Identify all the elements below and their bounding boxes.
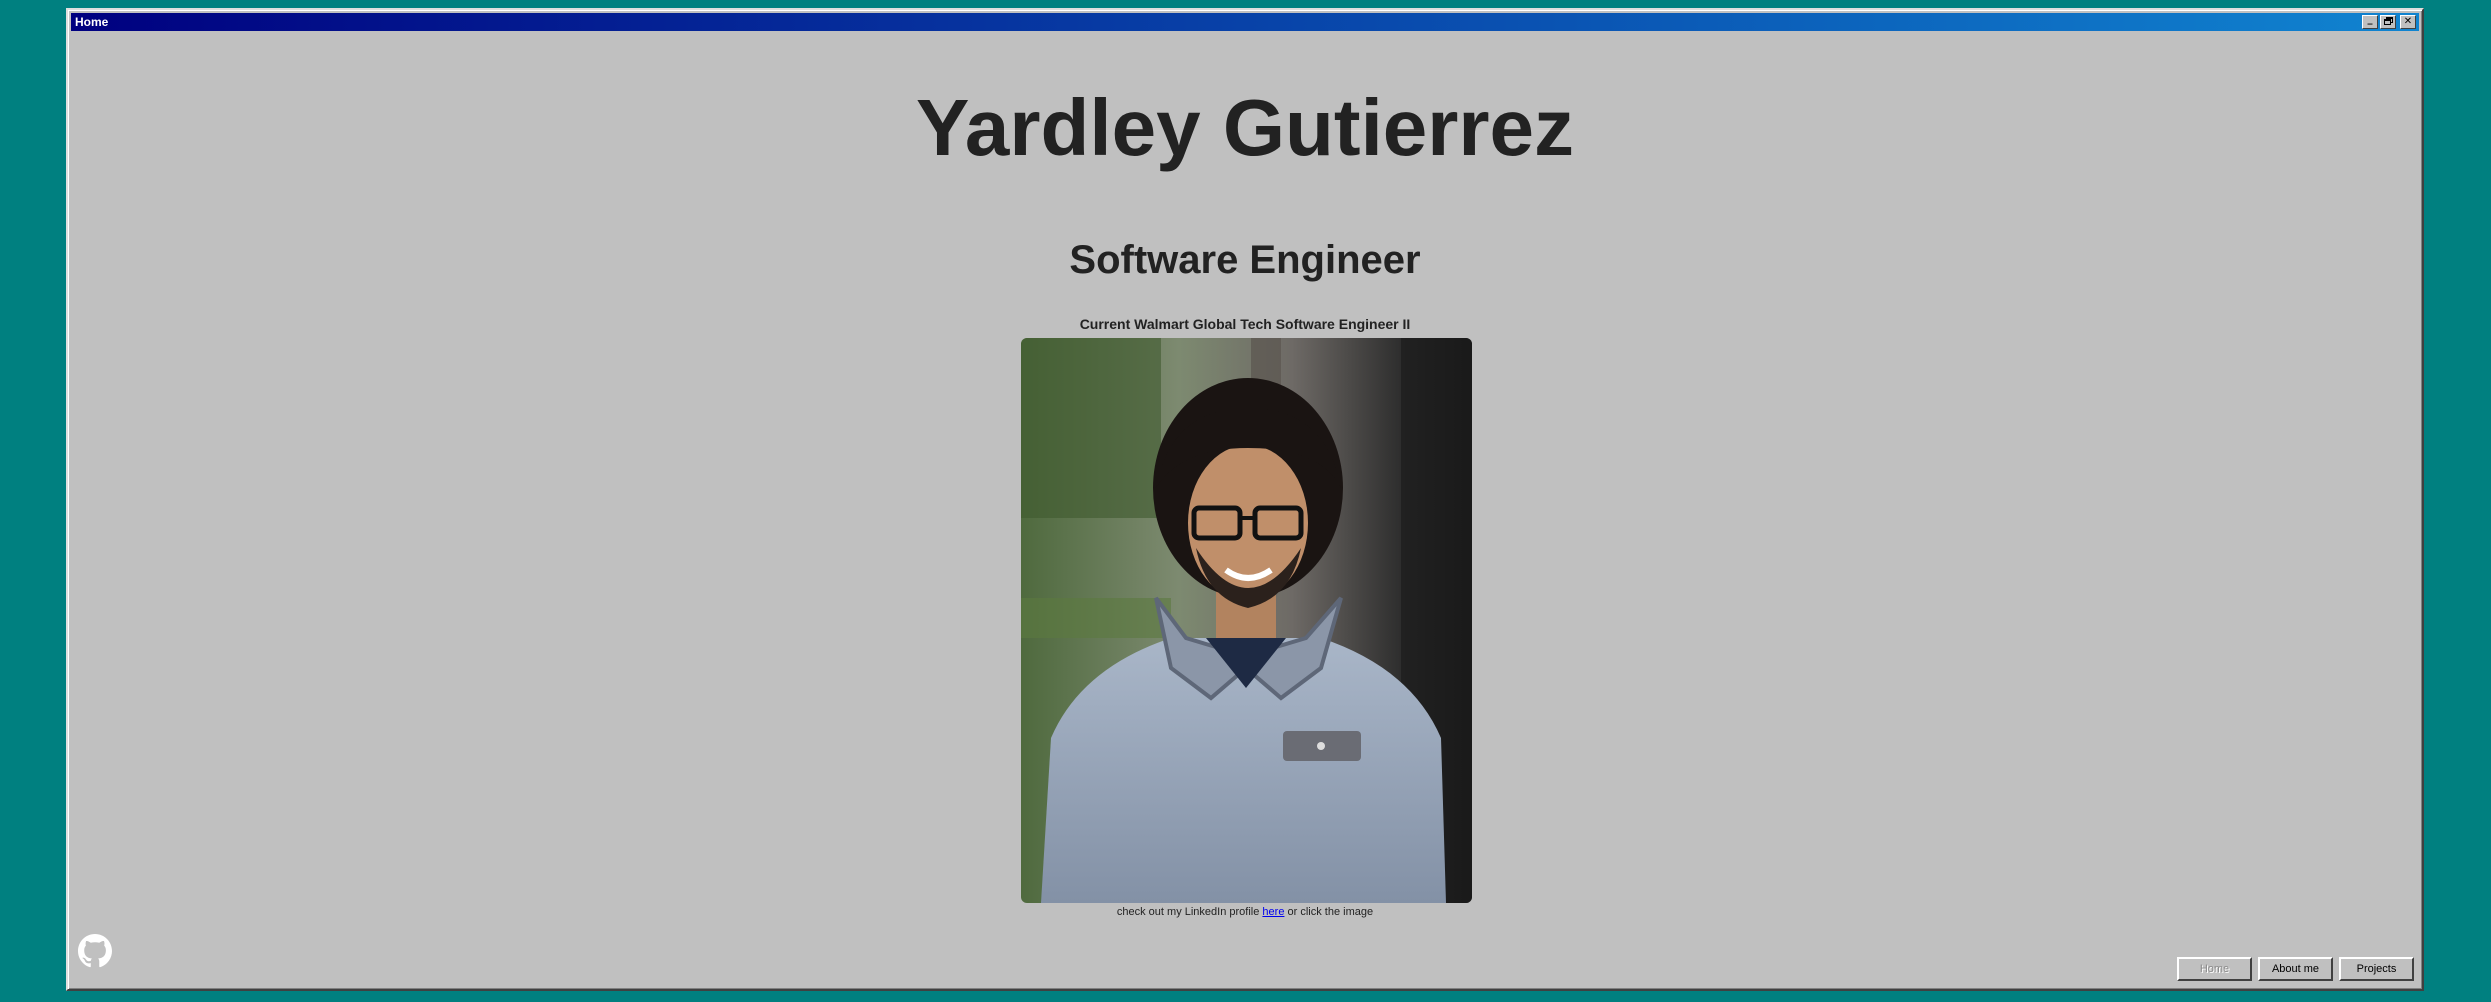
- desktop: Home _ ✕ Yardley Gutierrez Software Engi…: [0, 0, 2491, 1002]
- page-content: Yardley Gutierrez Software Engineer Curr…: [71, 34, 2419, 986]
- current-position: Current Walmart Global Tech Software Eng…: [1079, 316, 1411, 332]
- home-button[interactable]: Home: [2177, 957, 2252, 981]
- caption-text-before: check out my LinkedIn profile: [1116, 906, 1263, 918]
- projects-button[interactable]: Projects: [2339, 957, 2414, 981]
- minimize-button[interactable]: _: [2362, 15, 2378, 29]
- window-controls: _ ✕: [2362, 15, 2419, 29]
- about-me-button[interactable]: About me: [2258, 957, 2333, 981]
- close-button[interactable]: ✕: [2400, 15, 2416, 29]
- home-window: Home _ ✕ Yardley Gutierrez Software Engi…: [66, 8, 2424, 991]
- caption-text-after: or click the image: [1284, 906, 1374, 918]
- nav-bar: Home About me Projects: [2177, 957, 2414, 981]
- maximize-button[interactable]: [2380, 15, 2396, 29]
- close-icon: ✕: [2403, 16, 2413, 27]
- maximize-icon: [2383, 16, 2393, 28]
- github-link[interactable]: [78, 934, 112, 968]
- title-bar[interactable]: Home _ ✕: [71, 13, 2419, 31]
- linkedin-link[interactable]: here: [1262, 906, 1284, 918]
- github-icon: [78, 934, 112, 968]
- window-title: Home: [75, 15, 109, 29]
- profile-photo-image: [1021, 338, 1472, 903]
- minimize-icon: _: [2367, 14, 2373, 25]
- linkedin-caption: check out my LinkedIn profile here or cl…: [71, 906, 2419, 918]
- profile-photo[interactable]: [1021, 338, 1472, 903]
- job-title: Software Engineer: [1069, 238, 1421, 282]
- page-title: Yardley Gutierrez: [915, 83, 1575, 172]
